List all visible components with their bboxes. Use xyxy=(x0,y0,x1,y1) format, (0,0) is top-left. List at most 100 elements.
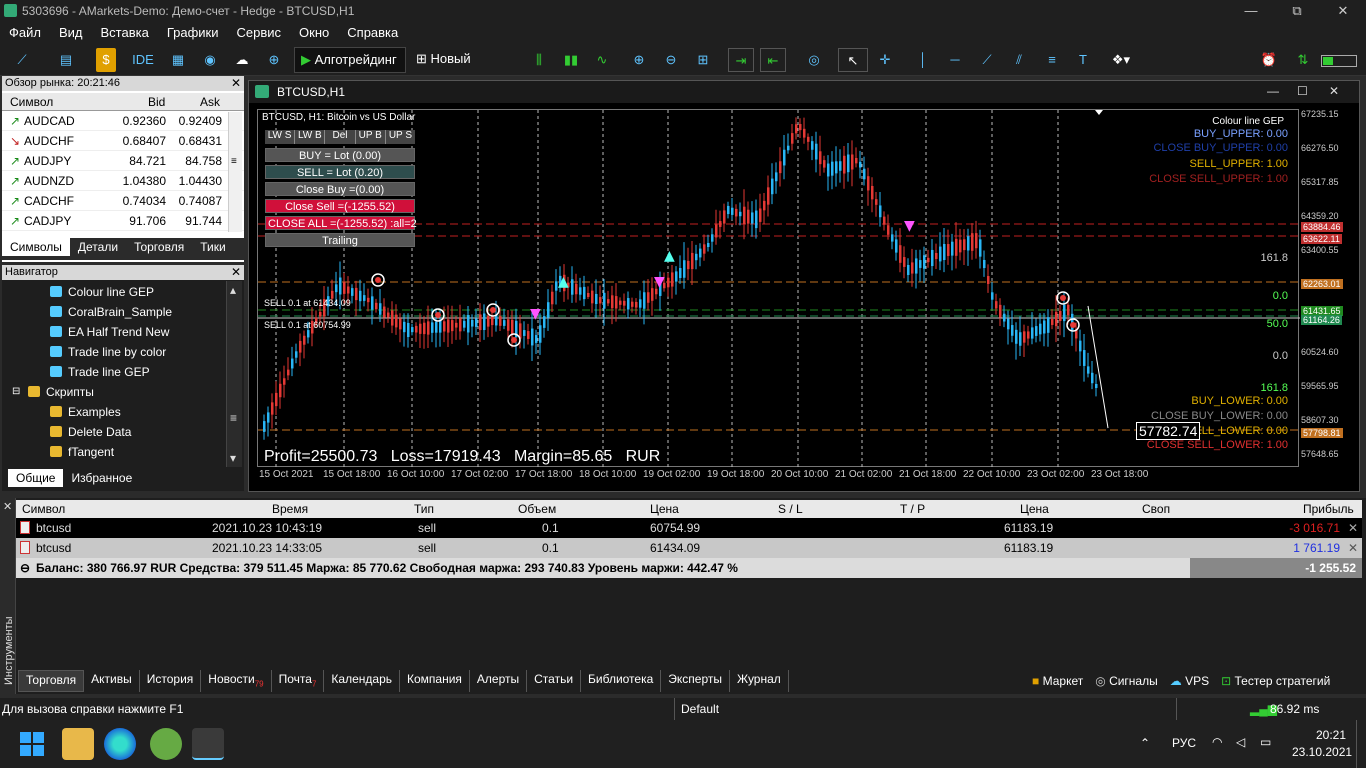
channel-icon[interactable]: ⫽ xyxy=(1008,48,1030,72)
network-icon[interactable]: ⊕ xyxy=(262,48,286,72)
navigator-item[interactable]: fTangent xyxy=(2,442,244,462)
collapse-icon[interactable]: ⊖ xyxy=(20,558,30,578)
close-trade-icon[interactable]: ✕ xyxy=(1348,538,1358,558)
navigator-item[interactable]: CoralBrain_Sample xyxy=(2,302,244,322)
scroll-up-icon[interactable]: ▴ xyxy=(230,283,236,297)
menu-service[interactable]: Сервис xyxy=(228,22,291,43)
level-icon[interactable]: ⇅ xyxy=(1292,48,1314,72)
new-order-button[interactable]: ⊞ Новый ордер xyxy=(410,47,514,90)
volume-icon[interactable]: ◁ xyxy=(1236,735,1245,749)
symbol-row[interactable]: ↗ AUDCAD 0.92360 0.92409 xyxy=(2,111,244,131)
price-chart[interactable]: ▲ ▲ ▼ ▼ ▼ BTCUSD, H1: Bitcoin vs US Dollar C… xyxy=(257,109,1300,468)
zoom-out-icon[interactable]: ⊖ xyxy=(660,48,682,72)
cloud-icon[interactable]: ☁ xyxy=(230,48,254,72)
maximize-button[interactable]: ⧉ xyxy=(1274,0,1320,22)
metaeditor-icon[interactable] xyxy=(192,728,224,760)
symbol-row[interactable]: ↗ CADCHF 0.74034 0.74087 xyxy=(2,191,244,211)
up-s-button[interactable]: UP S xyxy=(386,130,415,144)
close-sell-button[interactable]: Close Sell =(-1255.52) xyxy=(265,199,415,213)
bars-icon[interactable]: ⫼ xyxy=(526,48,552,72)
column-bid[interactable]: Bid xyxy=(148,93,165,111)
del-button[interactable]: Del xyxy=(325,130,356,144)
toolbox-tab[interactable]: История xyxy=(140,670,202,692)
menu-charts[interactable]: Графики xyxy=(158,22,228,43)
symbol-row[interactable]: ↘ AUDCHF 0.68407 0.68431 xyxy=(2,131,244,151)
clock-date[interactable]: 23.10.2021 xyxy=(1292,745,1352,759)
screenshot-icon[interactable]: ◎ xyxy=(802,48,826,72)
market-tab[interactable]: ■ Маркет xyxy=(1032,674,1083,688)
col-sl[interactable]: S / L xyxy=(778,500,803,518)
battery-icon[interactable]: ▭ xyxy=(1260,735,1271,749)
navigator-item[interactable]: Trade line GEP xyxy=(2,362,244,382)
clock-time[interactable]: 20:21 xyxy=(1316,728,1346,742)
edge-icon[interactable] xyxy=(104,728,136,760)
column-symbol[interactable]: Символ xyxy=(10,93,53,111)
explorer-icon[interactable] xyxy=(62,728,94,760)
close-all-button[interactable]: CLOSE ALL =(-1255.52) :all=2 xyxy=(265,216,417,230)
vertical-line-icon[interactable]: │ xyxy=(912,48,934,72)
close-trade-icon[interactable]: ✕ xyxy=(1348,518,1358,538)
algotrading-button[interactable]: ▶ Алготрейдинг xyxy=(294,47,406,73)
toolbox-tab[interactable]: Статьи xyxy=(527,670,582,692)
navigator-item[interactable]: Trade line by color xyxy=(2,342,244,362)
vps-tab[interactable]: ☁ VPS xyxy=(1170,674,1209,688)
navigator-item[interactable]: Colour line GEP xyxy=(2,282,244,302)
toolbox-close-icon[interactable]: ✕ xyxy=(3,500,12,513)
toolbox-tab[interactable]: Почта7 xyxy=(272,670,325,692)
tab-details[interactable]: Детали xyxy=(70,238,126,256)
tab-favorites[interactable]: Избранное xyxy=(63,469,140,487)
navigator-item[interactable]: Examples xyxy=(2,402,244,422)
tab-ticks[interactable]: Тики xyxy=(192,238,233,256)
lw-s-button[interactable]: LW S xyxy=(265,130,296,144)
menu-file[interactable]: Файл xyxy=(0,22,50,43)
toolbox-tab[interactable]: Новости79 xyxy=(201,670,272,692)
trade-row[interactable]: btcusd 2021.10.23 14:33:05 sell 0.1 6143… xyxy=(16,538,1362,558)
col-symbol[interactable]: Символ xyxy=(22,500,65,518)
toolbox-tab[interactable]: Журнал xyxy=(730,670,789,692)
col-profit[interactable]: Прибыль xyxy=(1303,500,1354,518)
col-price[interactable]: Цена xyxy=(650,500,679,518)
symbol-row[interactable]: ↗ AUDNZD 1.04380 1.04430 xyxy=(2,171,244,191)
menu-view[interactable]: Вид xyxy=(50,22,92,43)
toolbox-tab[interactable]: Эксперты xyxy=(661,670,730,692)
shapes-icon[interactable]: ❖▾ xyxy=(1104,48,1138,72)
close-button[interactable]: ✕ xyxy=(1320,0,1366,22)
scroll-down-icon[interactable]: ▾ xyxy=(230,451,236,465)
wifi-icon[interactable]: ◠ xyxy=(1212,735,1222,749)
start-icon[interactable] xyxy=(16,728,48,760)
menu-insert[interactable]: Вставка xyxy=(92,22,158,43)
line-chart-icon[interactable]: ⟋ xyxy=(8,48,36,72)
buy-lot-button[interactable]: BUY = Lot (0.00) xyxy=(265,148,415,162)
lw-b-button[interactable]: LW B xyxy=(295,130,326,144)
col-time[interactable]: Время xyxy=(272,500,308,518)
fibo-icon[interactable]: ≡ xyxy=(1040,48,1064,72)
col-tp[interactable]: T / P xyxy=(900,500,925,518)
cursor-icon[interactable]: ↖ xyxy=(838,48,868,72)
chart-minimize-button[interactable]: — xyxy=(1267,84,1279,98)
alarm-icon[interactable]: ⏰ xyxy=(1258,48,1280,72)
collapse-icon[interactable]: ⊟ xyxy=(12,382,20,402)
close-buy-button[interactable]: Close Buy =(0.00) xyxy=(265,182,415,196)
navigator-item[interactable]: Delete Data xyxy=(2,422,244,442)
ide-button[interactable]: IDE xyxy=(128,48,158,72)
candles-icon[interactable]: ▮▮ xyxy=(560,48,582,72)
metatrader-icon[interactable] xyxy=(150,728,182,760)
menu-window[interactable]: Окно xyxy=(290,22,338,43)
trendline-icon[interactable]: ⟋ xyxy=(976,48,998,72)
up-b-button[interactable]: UP B xyxy=(356,130,386,144)
calculator-icon[interactable]: ▦ xyxy=(166,48,190,72)
chart-window-icon[interactable]: ▤ xyxy=(52,48,80,72)
dollar-icon[interactable]: $ xyxy=(96,48,116,72)
navigator-scrollbar[interactable]: ▴ ≡ ▾ xyxy=(226,281,242,467)
col-current-price[interactable]: Цена xyxy=(1020,500,1049,518)
crosshair-icon[interactable]: ✛ xyxy=(874,48,896,72)
toolbox-tab[interactable]: Активы xyxy=(84,670,140,692)
tab-general[interactable]: Общие xyxy=(8,469,64,487)
chart-close-button[interactable]: ✕ xyxy=(1329,84,1339,98)
sell-lot-button[interactable]: SELL = Lot (0.20) xyxy=(265,165,415,179)
symbol-row[interactable]: ↗ CADJPY 91.706 91.744 xyxy=(2,211,244,231)
market-watch-close-icon[interactable]: ✕ xyxy=(231,76,241,90)
column-ask[interactable]: Ask xyxy=(200,93,220,111)
horizontal-line-icon[interactable]: ─ xyxy=(944,48,966,72)
show-desktop-button[interactable] xyxy=(1356,720,1366,768)
